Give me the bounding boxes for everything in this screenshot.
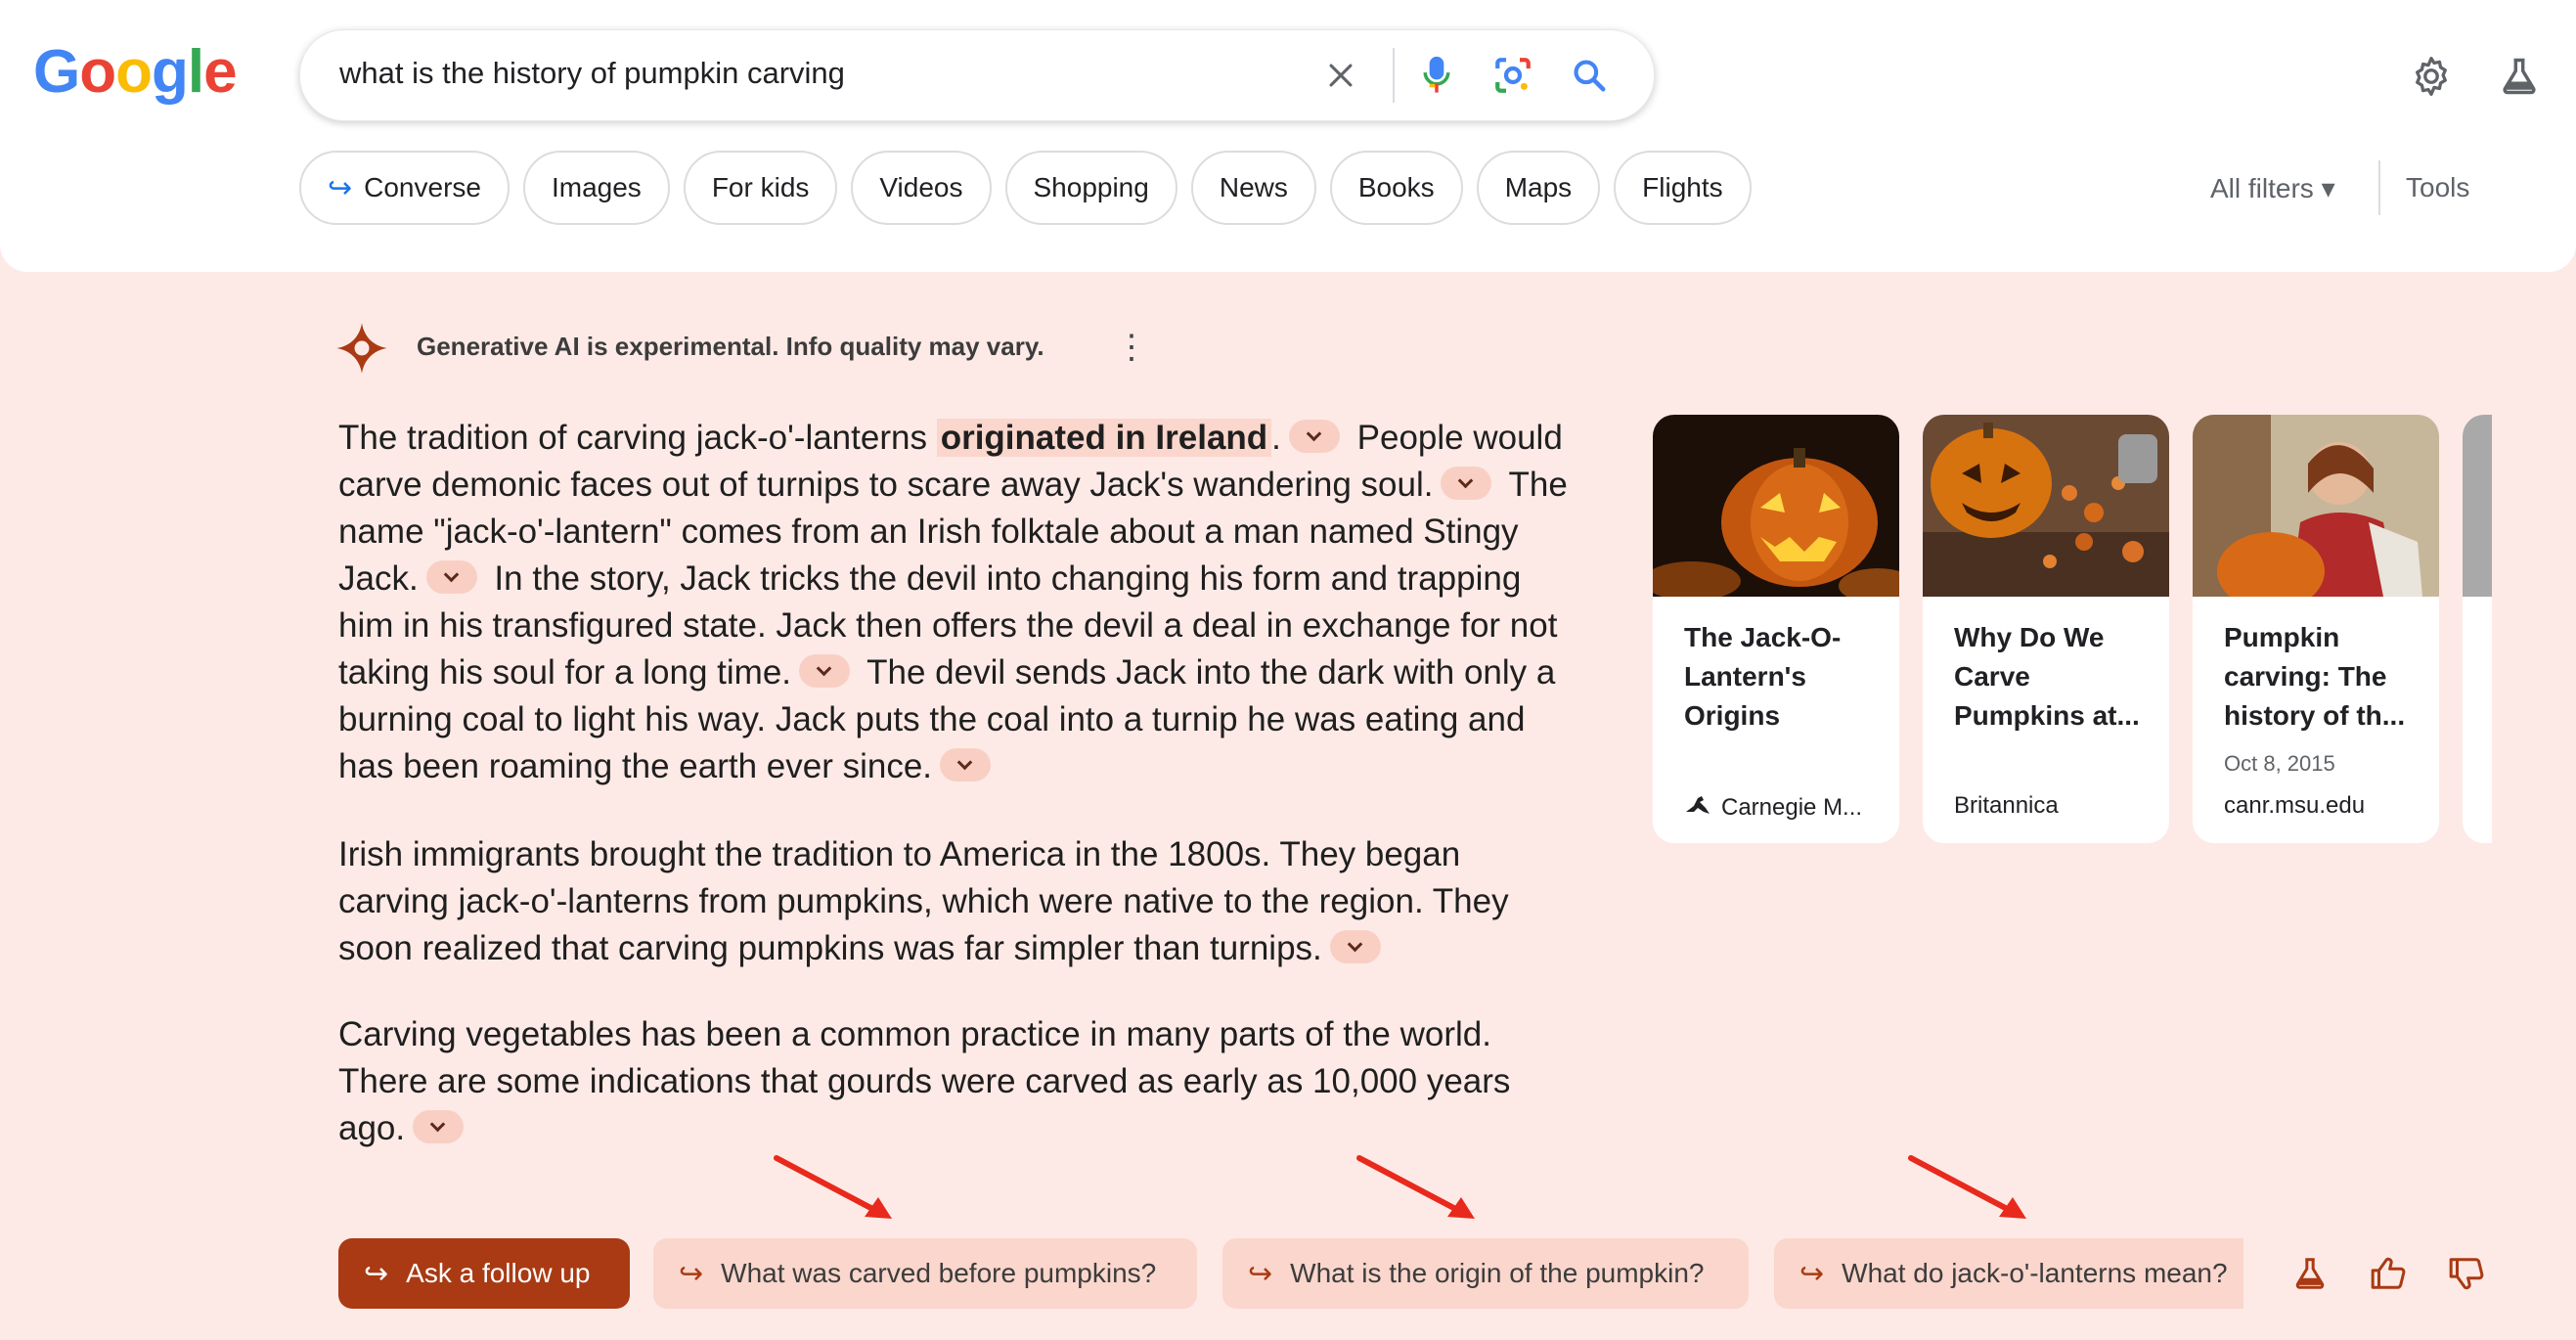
search-icon[interactable]: [1564, 50, 1615, 101]
search-filter-chips: ↪ Converse Images For kids Videos Shoppin…: [299, 151, 1752, 225]
card-source-label: Carnegie M...: [1721, 793, 1863, 821]
chip-for-kids[interactable]: For kids: [683, 151, 838, 225]
chip-books[interactable]: Books: [1329, 151, 1463, 225]
chip-label: News: [1219, 172, 1288, 202]
citation-expand-button[interactable]: [425, 560, 477, 594]
search-divider: [1393, 48, 1395, 103]
all-filters-button[interactable]: All filters ▾: [2210, 172, 2335, 204]
follow-up-arrow-icon: ↪: [1799, 1257, 1825, 1290]
chip-label: Converse: [364, 172, 481, 202]
ask-follow-up-label: Ask a follow up: [406, 1258, 591, 1288]
citation-expand-button[interactable]: [1329, 930, 1381, 963]
ai-paragraph-3: Carving vegetables has been a common pra…: [338, 1011, 1575, 1152]
follow-up-label: What was carved before pumpkins?: [721, 1258, 1157, 1288]
citation-expand-button[interactable]: [413, 1110, 465, 1143]
chip-label: Books: [1357, 172, 1435, 202]
paragraph-text: The tradition of carving jack-o'-lantern…: [338, 419, 937, 457]
card-source: Britannica: [1954, 792, 2059, 820]
follow-up-suggestion[interactable]: ↪ What is the origin of the pumpkin?: [1222, 1238, 1749, 1309]
thumbs-down-icon[interactable]: [2445, 1252, 2488, 1295]
follow-up-label: What is the origin of the pumpkin?: [1290, 1258, 1705, 1288]
paragraph-text: .: [1271, 419, 1281, 457]
labs-flask-icon[interactable]: [2288, 1252, 2332, 1295]
follow-up-suggestion[interactable]: ↪ What was carved before pumpkins?: [653, 1238, 1197, 1309]
google-logo[interactable]: Google: [33, 37, 238, 107]
generative-ai-sparkle-icon: [334, 321, 389, 380]
card-title: Why Do We Carve Pumpkins at...: [1954, 622, 2140, 731]
chip-flights[interactable]: Flights: [1614, 151, 1752, 225]
follow-up-suggestion[interactable]: ↪ What do jack-o'-lanterns mean?: [1774, 1238, 2243, 1309]
tools-button[interactable]: Tools: [2406, 172, 2469, 203]
ai-paragraph-1: The tradition of carving jack-o'-lantern…: [338, 415, 1575, 790]
chip-maps[interactable]: Maps: [1476, 151, 1601, 225]
gear-icon[interactable]: [2404, 49, 2459, 104]
source-card[interactable]: The Jack-O-Lantern's Origins Carnegie M.…: [1653, 415, 1899, 843]
labs-flask-icon[interactable]: [2492, 49, 2547, 104]
chip-label: Videos: [879, 172, 963, 202]
card-source: canr.msu.edu: [2224, 792, 2365, 820]
citation-expand-button[interactable]: [1288, 420, 1340, 453]
close-icon[interactable]: [1315, 50, 1366, 101]
more-options-icon[interactable]: ⋮: [1115, 331, 1148, 364]
header: Google what is the history of pumpkin ca…: [0, 0, 2576, 272]
citation-expand-button[interactable]: [940, 748, 992, 782]
ask-follow-up-button[interactable]: ↪ Ask a follow up: [338, 1238, 630, 1309]
citation-expand-button[interactable]: [1441, 467, 1492, 500]
microphone-icon[interactable]: [1411, 50, 1462, 101]
ai-paragraph-2: Irish immigrants brought the tradition t…: [338, 831, 1575, 972]
card-source: Carnegie M...: [1684, 792, 1862, 823]
source-card[interactable]: Why Do We Carve Pumpkins at... Britannic…: [1923, 415, 2169, 843]
converse-arrow-icon: ↪: [328, 171, 353, 204]
carved-pumpkins-thumbnail: [1923, 415, 2169, 597]
chip-images[interactable]: Images: [522, 151, 670, 225]
source-card-partial[interactable]: [2463, 415, 2492, 843]
annotation-arrow-icon: [774, 1155, 892, 1219]
filters-divider: [2378, 160, 2380, 215]
follow-up-label: What do jack-o'-lanterns mean?: [1842, 1258, 2228, 1288]
search-input[interactable]: what is the history of pumpkin carving: [339, 56, 845, 91]
chip-videos[interactable]: Videos: [851, 151, 992, 225]
chip-label: Flights: [1642, 172, 1723, 202]
annotation-arrow-icon: [1908, 1155, 2026, 1219]
chip-label: Maps: [1504, 172, 1573, 202]
card-title: Pumpkin carving: The history of th...: [2224, 622, 2406, 731]
annotation-arrow-icon: [1356, 1155, 1475, 1219]
chip-news[interactable]: News: [1190, 151, 1316, 225]
chip-label: For kids: [711, 172, 810, 202]
search-box[interactable]: what is the history of pumpkin carving: [299, 29, 1655, 121]
card-source-label: Britannica: [1954, 792, 2059, 819]
chip-converse[interactable]: ↪ Converse: [299, 151, 510, 225]
follow-up-arrow-icon: ↪: [1248, 1257, 1273, 1290]
follow-up-arrow-icon: ↪: [364, 1257, 389, 1290]
thumbs-up-icon[interactable]: [2367, 1252, 2410, 1295]
woman-carving-pumpkin-thumbnail: [2193, 415, 2439, 597]
chip-shopping[interactable]: Shopping: [1004, 151, 1177, 225]
highlighted-answer: originated in Ireland: [936, 419, 1272, 457]
card-source-label: canr.msu.edu: [2224, 792, 2366, 819]
ai-experimental-notice: Generative AI is experimental. Info qual…: [417, 332, 1044, 361]
jack-o-lantern-thumbnail: [1653, 415, 1899, 597]
card-date: Oct 8, 2015: [2224, 751, 2335, 776]
citation-expand-button[interactable]: [799, 654, 851, 688]
follow-up-arrow-icon: ↪: [679, 1257, 704, 1290]
card-title: The Jack-O-Lantern's Origins: [1684, 622, 1842, 731]
chip-label: Shopping: [1033, 172, 1149, 202]
lens-icon[interactable]: [1488, 50, 1538, 101]
paragraph-text: Carving vegetables has been a common pra…: [338, 1015, 1511, 1147]
source-card[interactable]: Pumpkin carving: The history of th... Oc…: [2193, 415, 2439, 843]
chip-label: Images: [551, 172, 642, 202]
dinosaur-logo-icon: [1684, 792, 1713, 823]
